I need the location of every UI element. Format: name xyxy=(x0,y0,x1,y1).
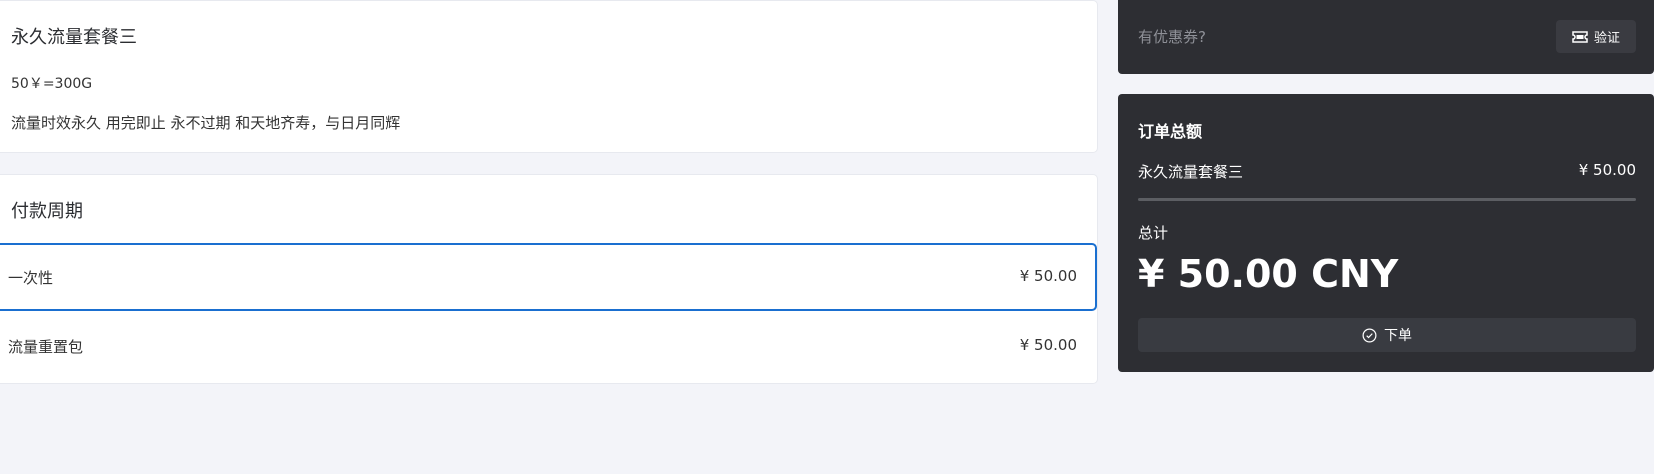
total-value: ¥ 50.00 CNY xyxy=(1138,252,1399,296)
order-item-name: 永久流量套餐三 xyxy=(1138,163,1244,181)
place-order-button[interactable]: 下单 xyxy=(1138,318,1636,352)
order-summary-title: 订单总额 xyxy=(1138,122,1203,141)
coupon-card: 验证 xyxy=(1118,0,1654,74)
plan-price-text: 50￥=300G xyxy=(11,76,93,92)
payment-period-card: 付款周期 一次性 ¥ 50.00 流量重置包 ¥ 50.00 xyxy=(0,174,1098,384)
check-circle-icon xyxy=(1362,328,1377,343)
period-option-label: 流量重置包 xyxy=(8,338,84,356)
period-option-price: ¥ 50.00 xyxy=(1019,267,1077,285)
order-item-price: ¥ 50.00 xyxy=(1578,161,1636,179)
coupon-input[interactable] xyxy=(1136,18,1500,56)
period-option-price: ¥ 50.00 xyxy=(1019,336,1077,354)
summary-divider xyxy=(1138,198,1636,201)
ticket-icon xyxy=(1572,30,1588,43)
total-label: 总计 xyxy=(1138,224,1169,242)
period-option-reset-pack[interactable]: 流量重置包 ¥ 50.00 xyxy=(0,312,1097,380)
plan-title: 永久流量套餐三 xyxy=(11,27,137,48)
plan-description: 流量时效永久 用完即止 永不过期 和天地齐寿，与日月同辉 xyxy=(11,114,401,132)
plan-card: 永久流量套餐三 50￥=300G 流量时效永久 用完即止 永不过期 和天地齐寿，… xyxy=(0,0,1098,153)
period-option-label: 一次性 xyxy=(8,269,54,287)
verify-button-label: 验证 xyxy=(1593,31,1620,46)
order-summary-card: 订单总额 永久流量套餐三 ¥ 50.00 总计 ¥ 50.00 CNY 下单 xyxy=(1118,94,1654,372)
period-option-one-time[interactable]: 一次性 ¥ 50.00 xyxy=(0,243,1097,311)
place-order-label: 下单 xyxy=(1384,328,1412,344)
verify-coupon-button[interactable]: 验证 xyxy=(1556,20,1636,53)
payment-period-title: 付款周期 xyxy=(11,201,83,222)
